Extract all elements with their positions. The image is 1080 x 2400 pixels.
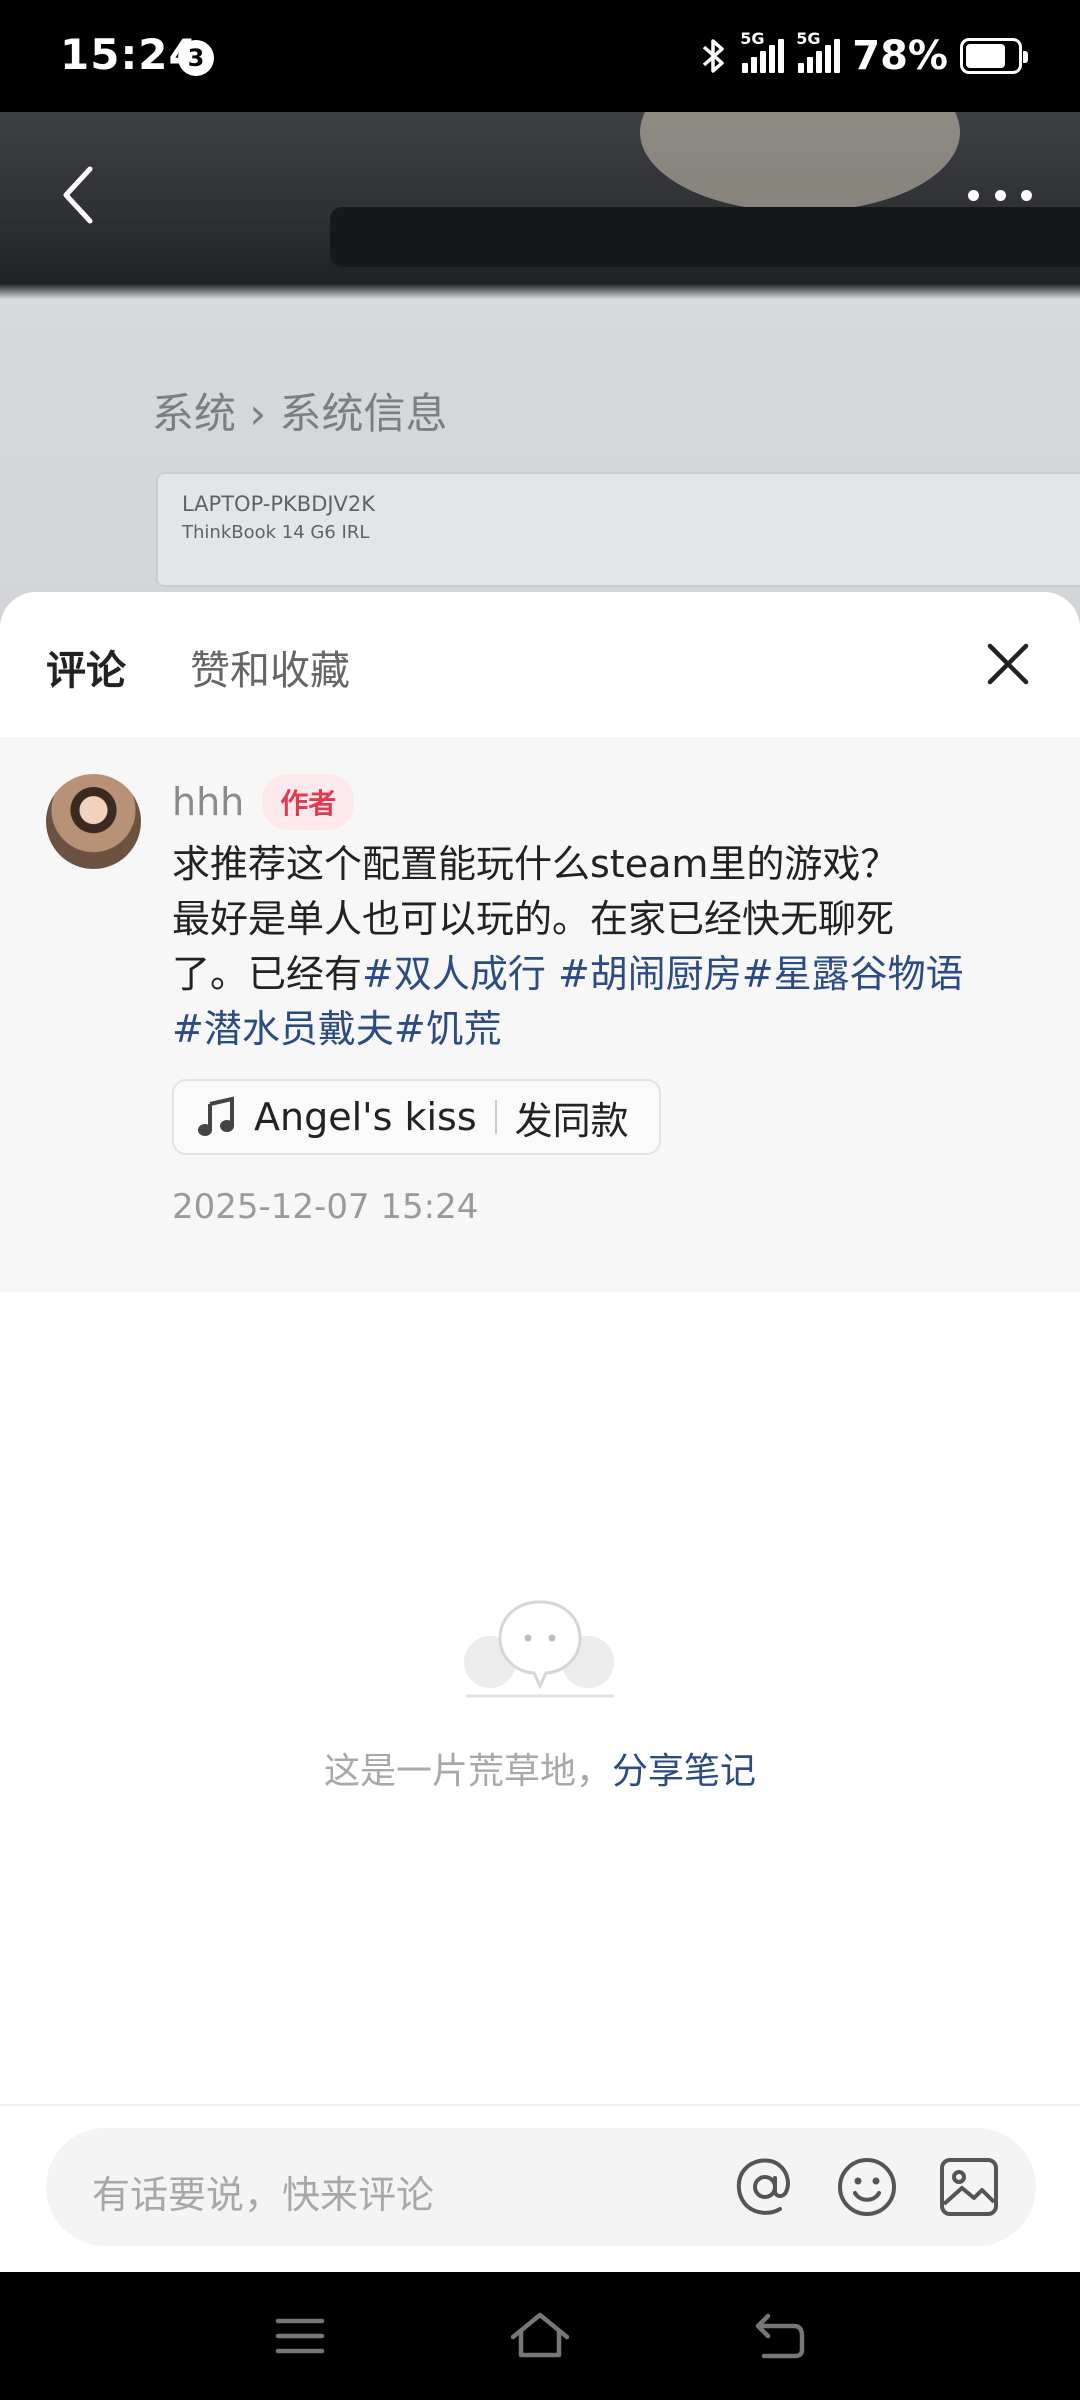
image-button[interactable] <box>936 2154 1002 2220</box>
bluetooth-icon <box>703 39 724 73</box>
empty-state: 这是一片荒草地，分享笔记 <box>0 1592 1080 1794</box>
author-name[interactable]: hhh <box>172 780 244 824</box>
notification-count-badge: 3 <box>178 40 214 76</box>
avatar[interactable] <box>46 774 141 869</box>
network-type-label-2: 5G <box>796 29 821 48</box>
post-text-line-2: 最好是单人也可以玩的。在家已经快无聊死 <box>172 897 895 941</box>
close-icon <box>987 643 1029 685</box>
system-navigation-bar <box>0 2272 1080 2400</box>
signal-strength-icon-2: 5G <box>796 29 841 73</box>
comment-input[interactable]: 有话要说，快来评论 <box>46 2128 1036 2246</box>
mention-button[interactable] <box>732 2154 798 2220</box>
post-text-line-1: 求推荐这个配置能玩什么steam里的游戏？ <box>172 842 899 886</box>
use-same-music-button[interactable]: 发同款 <box>515 1090 629 1145</box>
hashtag-link[interactable]: #饥荒 <box>394 1007 502 1051</box>
hashtag-link[interactable]: #胡闹厨房 <box>558 952 742 996</box>
hashtag-link[interactable]: #星露谷物语 <box>742 952 964 996</box>
back-button[interactable] <box>48 160 108 230</box>
more-dots-icon <box>968 189 979 201</box>
chevron-left-icon <box>63 166 93 224</box>
status-indicators: 5G 5G 78% <box>700 29 1028 82</box>
post-date: 2025-12-07 15:24 <box>172 1187 479 1227</box>
signal-strength-icon: 5G <box>740 29 785 73</box>
music-title: Angel's kiss <box>254 1095 477 1139</box>
post-text: 求推荐这个配置能玩什么steam里的游戏？ 最好是单人也可以玩的。在家已经快无聊… <box>172 837 1042 1057</box>
sheet-tabs: 评论 赞和收藏 <box>0 592 1080 737</box>
recent-apps-button[interactable] <box>265 2308 335 2364</box>
author-post: hhh 作者 求推荐这个配置能玩什么steam里的游戏？ 最好是单人也可以玩的。… <box>0 737 1080 1292</box>
system-back-button[interactable] <box>745 2308 815 2364</box>
home-button[interactable] <box>505 2308 575 2364</box>
smiley-icon <box>838 2158 896 2216</box>
emoji-button[interactable] <box>834 2154 900 2220</box>
photo-device-model: ThinkBook 14 G6 IRL <box>182 522 370 543</box>
photo-cable-shape <box>640 112 960 212</box>
comment-input-placeholder: 有话要说，快来评论 <box>92 2173 435 2217</box>
hashtag-link[interactable]: #潜水员戴夫 <box>172 1007 394 1051</box>
post-photo: 系统 › 系统信息 LAPTOP-PKBDJV2K ThinkBook 14 G… <box>0 112 1080 632</box>
battery-fill <box>966 44 1005 68</box>
photo-device-card: LAPTOP-PKBDJV2K ThinkBook 14 G6 IRL <box>156 472 1080 587</box>
tab-comments[interactable]: 评论 <box>46 638 126 696</box>
photo-device-name: LAPTOP-PKBDJV2K <box>182 492 376 516</box>
empty-comments-illustration <box>464 1600 614 1698</box>
music-note-icon <box>198 1096 234 1136</box>
home-icon <box>510 2312 570 2358</box>
image-icon <box>940 2158 998 2216</box>
post-text-line-3-prefix: 了。已经有 <box>172 952 363 996</box>
network-type-label: 5G <box>740 29 765 48</box>
author-row: hhh 作者 <box>172 774 355 830</box>
at-sign-icon <box>736 2158 790 2215</box>
post-text-line-3: 了。已经有#双人成行 #胡闹厨房#星露谷物语 <box>172 947 1042 1002</box>
back-arrow-icon <box>755 2313 805 2359</box>
battery-percent: 78% <box>852 33 948 79</box>
author-badge: 作者 <box>262 774 355 830</box>
music-chip-divider <box>494 1100 497 1134</box>
close-button[interactable] <box>980 636 1036 692</box>
post-text-line-4: #潜水员戴夫#饥荒 <box>172 1002 1042 1057</box>
music-chip[interactable]: Angel's kiss 发同款 <box>172 1079 661 1155</box>
empty-state-message: 这是一片荒草地， <box>323 1751 612 1792</box>
battery-icon <box>960 38 1028 74</box>
comment-input-bar: 有话要说，快来评论 <box>0 2104 1080 2272</box>
hashtag-link[interactable]: #双人成行 <box>362 952 546 996</box>
empty-state-text: 这是一片荒草地，分享笔记 <box>0 1742 1080 1794</box>
share-note-link[interactable]: 分享笔记 <box>612 1751 756 1792</box>
menu-lines-icon <box>275 2318 325 2354</box>
tab-likes-and-saves[interactable]: 赞和收藏 <box>190 638 350 696</box>
more-button[interactable] <box>960 170 1040 220</box>
photo-breadcrumb: 系统 › 系统信息 <box>152 389 448 438</box>
status-bar: 15:24 3 5G 5G 78% <box>0 0 1080 112</box>
comments-sheet: 评论 赞和收藏 hhh 作者 求推荐这个配置能玩什么steam里的游戏？ 最好是… <box>0 592 1080 2272</box>
